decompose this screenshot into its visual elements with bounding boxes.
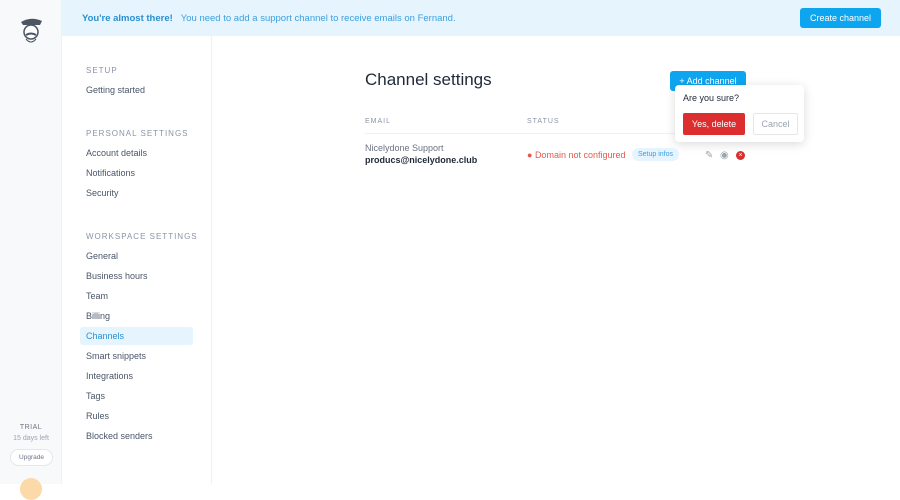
sidebar-item-general[interactable]: General: [62, 247, 193, 265]
delete-icon[interactable]: ×: [736, 151, 745, 160]
column-email: EMAIL: [365, 118, 392, 125]
sidebar-item-blocked-senders[interactable]: Blocked senders: [62, 427, 193, 445]
settings-sidebar: SETUP Getting started PERSONAL SETTINGS Acc…: [62, 36, 212, 484]
sidebar-item-getting-started[interactable]: Getting started: [62, 81, 193, 99]
banner-message: You need to add a support channel to rec…: [180, 12, 456, 24]
sidebar-item-channels[interactable]: Channels: [80, 327, 193, 345]
sidebar-item-rules[interactable]: Rules: [62, 407, 193, 425]
sidebar-item-smart-snippets[interactable]: Smart snippets: [62, 347, 193, 365]
logo-icon[interactable]: [18, 16, 44, 46]
setup-infos-tag[interactable]: Setup infos: [632, 148, 680, 161]
sidebar-item-account-details[interactable]: Account details: [62, 144, 193, 162]
trial-days-left: 15 days left: [13, 435, 49, 442]
avatar[interactable]: [20, 478, 42, 500]
trial-label: TRIAL: [19, 424, 43, 431]
cancel-button[interactable]: Cancel: [753, 113, 798, 135]
eye-icon[interactable]: ◉: [720, 150, 729, 161]
sidebar-item-billing[interactable]: Billing: [62, 307, 193, 325]
upgrade-button[interactable]: Upgrade: [10, 449, 53, 466]
edit-icon[interactable]: ✎: [705, 150, 713, 161]
table-row: Nicelydone Support producs@nicelydone.cl…: [365, 143, 745, 173]
status-badge: ● Domain not configured: [527, 150, 626, 160]
sidebar-item-integrations[interactable]: Integrations: [62, 367, 193, 385]
onboarding-banner: You're almost there! You need to add a s…: [62, 0, 900, 36]
sidebar-section-title: SETUP: [86, 66, 118, 75]
column-status: STATUS: [527, 118, 560, 125]
sidebar-item-business-hours[interactable]: Business hours: [62, 267, 193, 285]
sidebar-item-notifications[interactable]: Notifications: [62, 164, 193, 182]
delete-confirm-popover: Are you sure? Yes, delete Cancel: [675, 85, 804, 142]
status-text: Domain not configured: [534, 150, 626, 160]
create-channel-button[interactable]: Create channel: [799, 8, 881, 28]
confirm-question: Are you sure?: [683, 93, 740, 103]
sidebar-item-tags[interactable]: Tags: [62, 387, 193, 405]
sidebar-section-title: PERSONAL SETTINGS: [86, 129, 189, 138]
sidebar-section-title: WORKSPACE SETTINGS: [86, 232, 198, 241]
sidebar-item-team[interactable]: Team: [62, 287, 193, 305]
app-rail: TRIAL 15 days left Upgrade: [0, 0, 62, 500]
confirm-delete-button[interactable]: Yes, delete: [683, 113, 745, 135]
banner-title: You're almost there!: [82, 12, 173, 24]
sidebar-item-security[interactable]: Security: [62, 184, 193, 202]
